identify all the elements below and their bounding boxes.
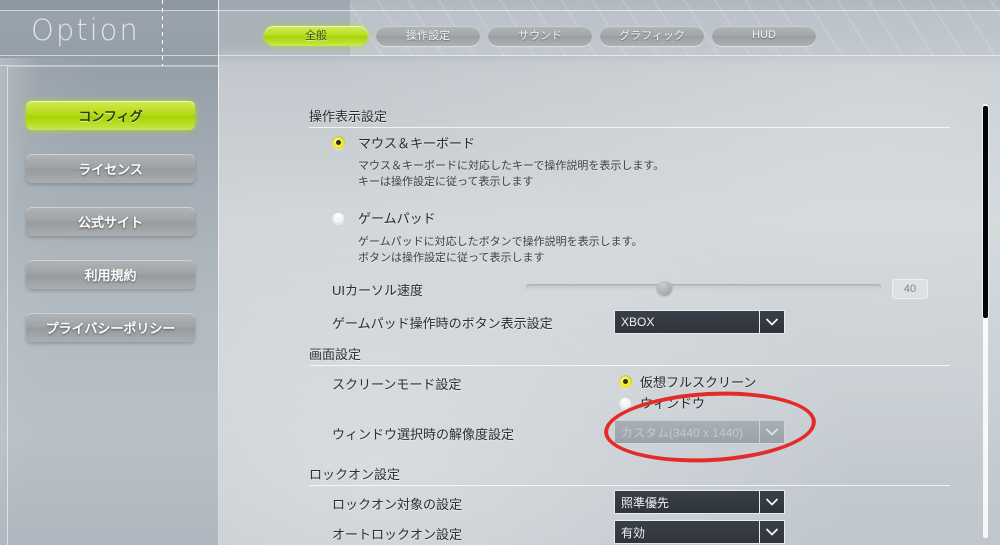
radio-mouse-keyboard-desc-line2: キーは操作設定に従って表示します <box>358 176 534 188</box>
auto-lockon-dropdown[interactable]: 有効 <box>614 520 785 544</box>
section-rule-screen <box>309 365 950 366</box>
radio-mouse-keyboard[interactable] <box>332 136 345 149</box>
tab-bar: 全般 操作設定 サウンド グラフィック HUD <box>264 26 816 46</box>
radio-virtual-fullscreen-label: 仮想フルスクリーン <box>640 375 757 390</box>
sidebar-item-terms[interactable]: 利用規約 <box>26 260 195 289</box>
sidebar-item-privacy-policy[interactable]: プライバシーポリシー <box>26 313 195 342</box>
gamepad-button-display-value: XBOX <box>621 315 655 329</box>
page-title: Option <box>31 13 140 47</box>
ui-cursor-speed-label: UIカーソル速度 <box>332 283 424 298</box>
window-resolution-value: カスタム(3440 x 1440) <box>621 425 744 440</box>
radio-gamepad[interactable] <box>332 211 345 224</box>
radio-mouse-keyboard-desc-line1: マウス＆キーボードに対応したキーで操作説明を表示します。 <box>358 160 665 172</box>
radio-mouse-keyboard-label: マウス＆キーボード <box>358 136 476 151</box>
sidebar-item-config[interactable]: コンフィグ <box>26 101 195 130</box>
section-heading-screen: 画面設定 <box>309 347 362 362</box>
divider-top <box>0 10 1000 11</box>
window-resolution-label: ウィンドウ選択時の解像度設定 <box>332 427 515 442</box>
dashed-guide-line <box>162 0 163 66</box>
radio-gamepad-desc-line2: ボタンは操作設定に従って表示します <box>358 252 545 264</box>
tab-hud[interactable]: HUD <box>712 26 816 46</box>
radio-virtual-fullscreen[interactable] <box>619 375 632 388</box>
option-screen: Option 全般 操作設定 サウンド グラフィック HUD コンフィグ ライセ… <box>0 0 1000 545</box>
tab-hud-label: HUD <box>752 29 776 41</box>
screen-mode-label: スクリーンモード設定 <box>332 377 462 392</box>
radio-gamepad-desc-line1: ゲームパッドに対応したボタンで操作説明を表示します。 <box>358 236 643 248</box>
sidebar-item-config-label: コンフィグ <box>78 109 143 124</box>
ui-cursor-speed-slider-track[interactable] <box>526 284 881 290</box>
tab-general[interactable]: 全般 <box>264 26 368 46</box>
chevron-down-icon <box>759 421 784 443</box>
window-resolution-dropdown[interactable]: カスタム(3440 x 1440) <box>614 420 785 444</box>
section-heading-controls-display: 操作表示設定 <box>309 109 388 124</box>
sidebar-item-official-site[interactable]: 公式サイト <box>26 207 195 236</box>
sidebar-item-terms-label: 利用規約 <box>84 268 137 283</box>
auto-lockon-value: 有効 <box>621 525 646 540</box>
auto-lockon-label: オートロックオン設定 <box>332 527 463 542</box>
section-heading-lockon: ロックオン設定 <box>309 467 401 482</box>
tab-sound[interactable]: サウンド <box>488 26 592 46</box>
tab-controls-label: 操作設定 <box>406 30 450 42</box>
radio-window-label: ウィンドウ <box>640 396 706 411</box>
sidebar-item-license-label: ライセンス <box>78 162 143 177</box>
chevron-down-icon <box>759 521 784 543</box>
scrollbar-thumb[interactable] <box>983 106 988 318</box>
gamepad-button-display-label: ゲームパッド操作時のボタン表示設定 <box>332 316 553 331</box>
radio-gamepad-label: ゲームパッド <box>358 211 436 226</box>
section-rule-controls-display <box>309 127 950 128</box>
chevron-down-icon <box>759 311 784 333</box>
sidebar-nav: コンフィグ ライセンス 公式サイト 利用規約 プライバシーポリシー <box>26 101 195 342</box>
lockon-target-label: ロックオン対象の設定 <box>332 497 463 512</box>
lockon-target-dropdown[interactable]: 照準優先 <box>614 490 785 514</box>
ui-cursor-speed-value: 40 <box>892 279 928 299</box>
radio-window[interactable] <box>619 396 632 409</box>
lockon-target-value: 照準優先 <box>621 495 670 510</box>
settings-content: 操作表示設定 マウス＆キーボード マウス＆キーボードに対応したキーで操作説明を表… <box>219 56 1000 545</box>
sidebar-item-official-site-label: 公式サイト <box>77 215 143 230</box>
sidebar-item-license[interactable]: ライセンス <box>26 154 195 183</box>
ui-cursor-speed-slider-handle[interactable] <box>657 280 672 295</box>
sidebar-item-privacy-policy-label: プライバシーポリシー <box>45 321 176 336</box>
tab-graphics-label: グラフィック <box>619 30 685 42</box>
section-rule-lockon <box>309 485 950 486</box>
gamepad-button-display-dropdown[interactable]: XBOX <box>614 310 785 334</box>
tab-general-label: 全般 <box>305 30 327 42</box>
tab-graphics[interactable]: グラフィック <box>600 26 704 46</box>
tab-controls[interactable]: 操作設定 <box>376 26 480 46</box>
chevron-down-icon <box>759 491 784 513</box>
tab-sound-label: サウンド <box>518 30 562 42</box>
